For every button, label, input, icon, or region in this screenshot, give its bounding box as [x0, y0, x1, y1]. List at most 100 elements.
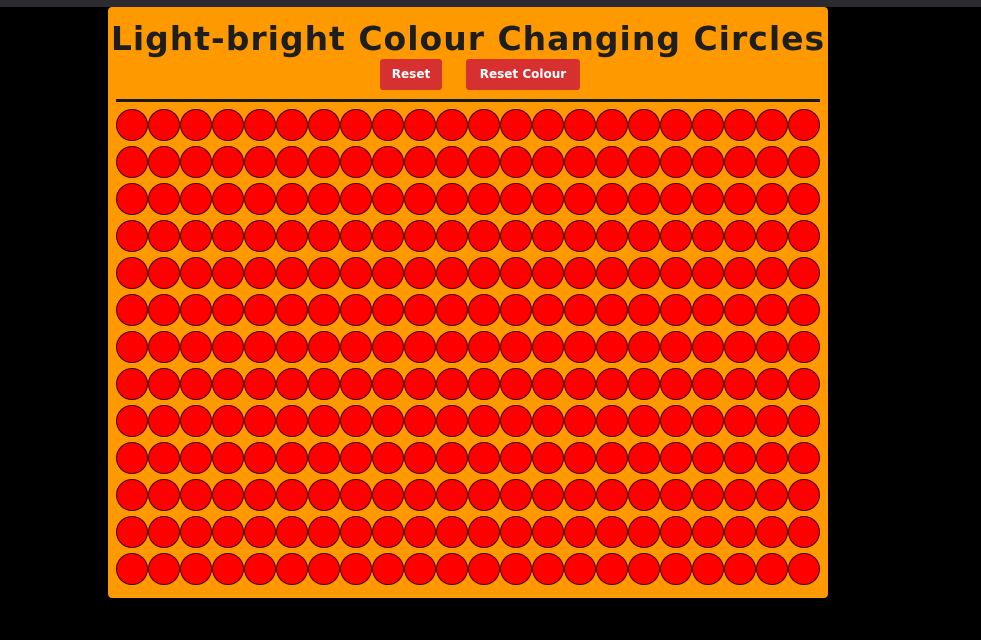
light-circle[interactable] — [340, 331, 372, 363]
light-circle[interactable] — [308, 553, 340, 585]
light-circle[interactable] — [212, 257, 244, 289]
light-circle[interactable] — [308, 442, 340, 474]
light-circle[interactable] — [148, 257, 180, 289]
light-circle[interactable] — [564, 442, 596, 474]
reset-colour-button[interactable]: Reset Colour — [466, 59, 580, 90]
light-circle[interactable] — [404, 294, 436, 326]
light-circle[interactable] — [692, 109, 724, 141]
light-circle[interactable] — [692, 331, 724, 363]
light-circle[interactable] — [788, 553, 820, 585]
light-circle[interactable] — [468, 516, 500, 548]
light-circle[interactable] — [404, 331, 436, 363]
light-circle[interactable] — [404, 479, 436, 511]
light-circle[interactable] — [500, 109, 532, 141]
light-circle[interactable] — [724, 516, 756, 548]
light-circle[interactable] — [244, 516, 276, 548]
light-circle[interactable] — [532, 516, 564, 548]
light-circle[interactable] — [756, 479, 788, 511]
light-circle[interactable] — [564, 257, 596, 289]
light-circle[interactable] — [788, 516, 820, 548]
light-circle[interactable] — [564, 146, 596, 178]
light-circle[interactable] — [244, 294, 276, 326]
light-circle[interactable] — [756, 183, 788, 215]
light-circle[interactable] — [468, 294, 500, 326]
light-circle[interactable] — [276, 442, 308, 474]
light-circle[interactable] — [116, 220, 148, 252]
light-circle[interactable] — [756, 109, 788, 141]
light-circle[interactable] — [180, 294, 212, 326]
light-circle[interactable] — [436, 405, 468, 437]
light-circle[interactable] — [276, 257, 308, 289]
light-circle[interactable] — [500, 220, 532, 252]
light-circle[interactable] — [340, 146, 372, 178]
light-circle[interactable] — [692, 442, 724, 474]
light-circle[interactable] — [276, 405, 308, 437]
light-circle[interactable] — [724, 146, 756, 178]
light-circle[interactable] — [244, 109, 276, 141]
light-circle[interactable] — [596, 183, 628, 215]
light-circle[interactable] — [148, 405, 180, 437]
light-circle[interactable] — [116, 405, 148, 437]
light-circle[interactable] — [116, 553, 148, 585]
light-circle[interactable] — [404, 257, 436, 289]
light-circle[interactable] — [564, 479, 596, 511]
light-circle[interactable] — [436, 479, 468, 511]
light-circle[interactable] — [724, 220, 756, 252]
light-circle[interactable] — [756, 146, 788, 178]
light-circle[interactable] — [148, 294, 180, 326]
light-circle[interactable] — [212, 516, 244, 548]
light-circle[interactable] — [244, 220, 276, 252]
light-circle[interactable] — [788, 183, 820, 215]
light-circle[interactable] — [692, 257, 724, 289]
light-circle[interactable] — [596, 405, 628, 437]
light-circle[interactable] — [436, 331, 468, 363]
light-circle[interactable] — [340, 442, 372, 474]
light-circle[interactable] — [628, 109, 660, 141]
light-circle[interactable] — [788, 331, 820, 363]
light-circle[interactable] — [308, 183, 340, 215]
light-circle[interactable] — [372, 368, 404, 400]
light-circle[interactable] — [308, 331, 340, 363]
light-circle[interactable] — [180, 183, 212, 215]
light-circle[interactable] — [468, 331, 500, 363]
light-circle[interactable] — [788, 368, 820, 400]
light-circle[interactable] — [532, 257, 564, 289]
light-circle[interactable] — [212, 109, 244, 141]
light-circle[interactable] — [500, 183, 532, 215]
light-circle[interactable] — [468, 405, 500, 437]
light-circle[interactable] — [500, 405, 532, 437]
light-circle[interactable] — [532, 442, 564, 474]
light-circle[interactable] — [212, 183, 244, 215]
light-circle[interactable] — [788, 109, 820, 141]
light-circle[interactable] — [468, 442, 500, 474]
light-circle[interactable] — [628, 220, 660, 252]
light-circle[interactable] — [276, 368, 308, 400]
light-circle[interactable] — [372, 479, 404, 511]
light-circle[interactable] — [276, 294, 308, 326]
light-circle[interactable] — [404, 368, 436, 400]
light-circle[interactable] — [244, 146, 276, 178]
light-circle[interactable] — [692, 183, 724, 215]
light-circle[interactable] — [468, 368, 500, 400]
light-circle[interactable] — [756, 516, 788, 548]
light-circle[interactable] — [404, 220, 436, 252]
light-circle[interactable] — [756, 405, 788, 437]
light-circle[interactable] — [628, 146, 660, 178]
light-circle[interactable] — [148, 109, 180, 141]
light-circle[interactable] — [212, 368, 244, 400]
light-circle[interactable] — [692, 220, 724, 252]
light-circle[interactable] — [660, 368, 692, 400]
light-circle[interactable] — [788, 405, 820, 437]
light-circle[interactable] — [660, 109, 692, 141]
light-circle[interactable] — [628, 553, 660, 585]
light-circle[interactable] — [308, 368, 340, 400]
light-circle[interactable] — [116, 146, 148, 178]
reset-button[interactable]: Reset — [380, 59, 442, 90]
light-circle[interactable] — [436, 442, 468, 474]
light-circle[interactable] — [500, 442, 532, 474]
light-circle[interactable] — [532, 109, 564, 141]
light-circle[interactable] — [148, 146, 180, 178]
light-circle[interactable] — [596, 516, 628, 548]
light-circle[interactable] — [180, 405, 212, 437]
light-circle[interactable] — [724, 294, 756, 326]
